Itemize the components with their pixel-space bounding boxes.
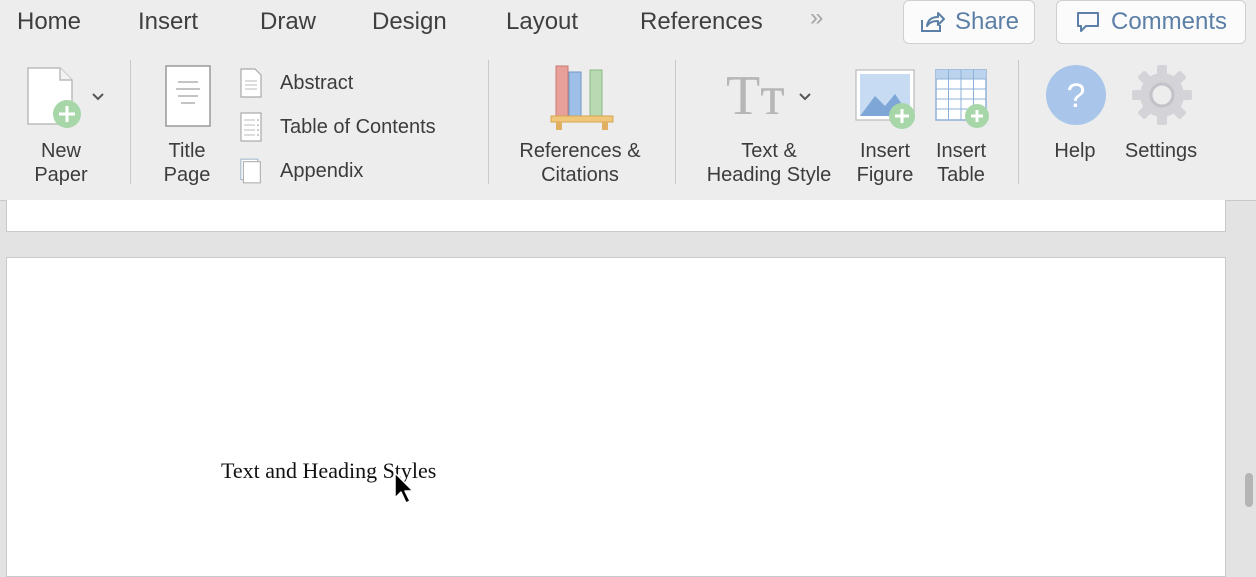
appendix-label: Appendix [280, 159, 364, 182]
gear-icon [1132, 65, 1192, 125]
tab-layout[interactable]: Layout [506, 8, 578, 36]
insert-table-icon [935, 69, 989, 128]
abstract-button[interactable]: Abstract [240, 68, 353, 98]
insert-figure-icon [855, 69, 915, 129]
text-style-icon: Tт [726, 65, 785, 127]
tab-draw[interactable]: Draw [260, 8, 316, 36]
text-heading-style-button[interactable]: Tт [726, 64, 818, 130]
svg-text:?: ? [1067, 77, 1086, 115]
comment-icon [1076, 12, 1099, 32]
title-page-label: Title Page [163, 140, 211, 186]
insert-figure-label: Insert Figure [856, 140, 914, 186]
document-icon [240, 68, 262, 98]
comments-label: Comments [1110, 8, 1228, 35]
toc-icon [240, 112, 262, 142]
abstract-label: Abstract [280, 71, 354, 94]
new-paper-icon [27, 67, 104, 128]
table-of-contents-button[interactable]: Table of Contents [240, 112, 436, 142]
insert-figure-button[interactable] [855, 64, 919, 130]
chevron-down-icon [799, 93, 811, 101]
tab-references[interactable]: References [640, 8, 763, 36]
appendix-button[interactable]: Appendix [240, 156, 363, 186]
ribbon-separator [130, 60, 131, 184]
appendix-icon [240, 158, 261, 184]
references-citations-button[interactable] [550, 64, 614, 130]
new-paper-button[interactable] [26, 64, 116, 134]
more-tabs-icon[interactable]: » [810, 4, 823, 32]
new-paper-label: New Paper [34, 140, 88, 186]
tab-home[interactable]: Home [17, 8, 81, 36]
comments-button[interactable]: Comments [1056, 0, 1246, 44]
share-icon [920, 12, 945, 32]
text-heading-style-label: Text & Heading Style [706, 140, 832, 186]
insert-table-button[interactable] [934, 64, 992, 130]
tab-design[interactable]: Design [372, 8, 447, 36]
help-label: Help [1054, 140, 1096, 162]
mouse-pointer-icon [394, 472, 414, 504]
vertical-scrollbar[interactable] [1245, 473, 1253, 507]
settings-button[interactable] [1131, 64, 1193, 126]
ribbon-separator [1018, 60, 1019, 184]
ribbon-separator [488, 60, 489, 184]
toc-label: Table of Contents [280, 115, 436, 138]
tab-insert[interactable]: Insert [138, 8, 198, 36]
bookshelf-icon [550, 65, 614, 130]
help-button[interactable]: ? [1045, 64, 1107, 126]
previous-page [6, 200, 1226, 232]
document-page[interactable]: Text and Heading Styles [6, 257, 1226, 577]
ribbon-separator [675, 60, 676, 184]
insert-table-label: Insert Table [935, 140, 987, 186]
references-citations-label: References & Citations [519, 140, 641, 186]
share-button[interactable]: Share [903, 0, 1035, 44]
settings-label: Settings [1124, 140, 1198, 162]
title-page-icon [165, 65, 211, 127]
help-icon: ? [1046, 65, 1106, 125]
share-label: Share [954, 8, 1020, 35]
title-page-button[interactable] [164, 64, 212, 130]
ribbon: Home Insert Draw Design Layout Reference… [0, 0, 1256, 201]
